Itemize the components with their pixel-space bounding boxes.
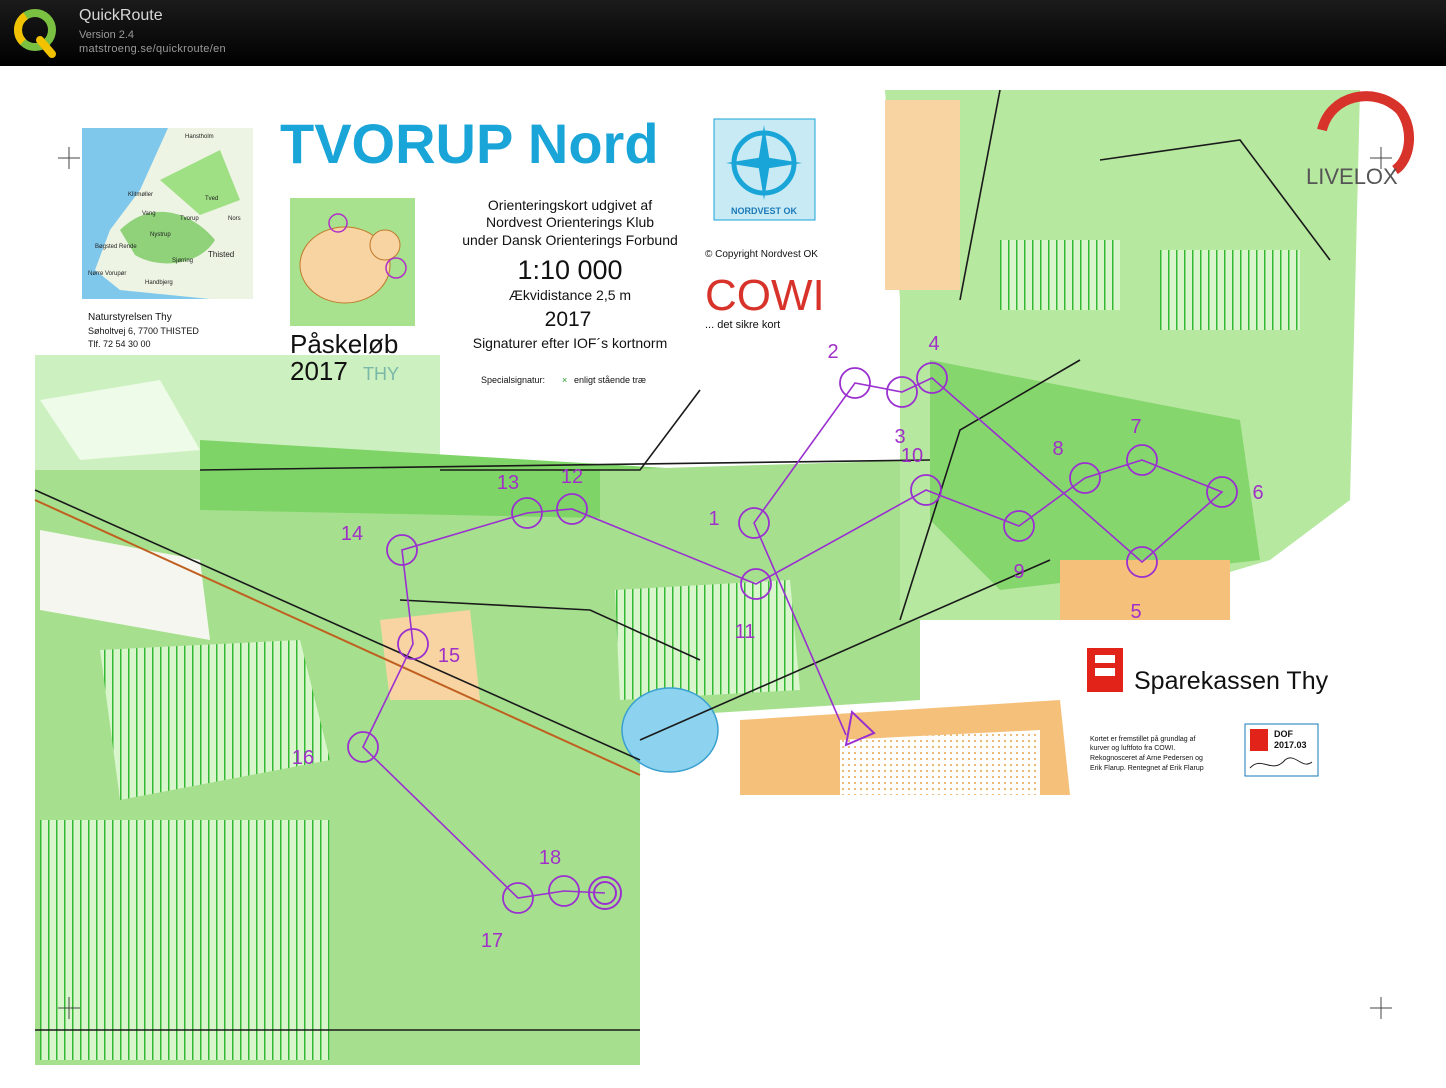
event-year: 2017 (290, 356, 348, 386)
map-canvas[interactable]: 123456789101112131415161718 TVORUP Nord … (0, 66, 1446, 1083)
control-number-7: 7 (1130, 416, 1141, 438)
map-scale: 1:10 000 (517, 255, 622, 285)
sponsor-cowi: COWI (705, 271, 825, 320)
map-title: TVORUP Nord (280, 112, 659, 175)
inset-town-bogsted-rende: Bøgsted Rende (95, 244, 137, 250)
publisher-line-2: Nordvest Orienterings Klub (486, 214, 654, 230)
dof-label: DOF (1274, 729, 1294, 739)
credits-line-3: Rekognosceret af Arne Pedersen og (1090, 755, 1203, 762)
control-number-15: 15 (438, 645, 460, 667)
credits-line-2: kurver og luftfoto fra COWI. (1090, 745, 1175, 752)
control-number-10: 10 (901, 445, 923, 467)
control-number-2: 2 (827, 341, 838, 363)
inset-town-handbjerg: Handbjerg (145, 280, 173, 286)
special-symbol-value: enligt stående træ (574, 375, 646, 385)
inset-town-tvorup: Tvorup (180, 216, 199, 222)
club-logo (713, 118, 816, 221)
equidistance: Ækvidistance 2,5 m (509, 287, 631, 303)
quickroute-logo-icon (14, 9, 56, 58)
credits-line-1: Kortet er fremstillet på grundlag af (1090, 735, 1195, 743)
owner-line-3: Tlf. 72 54 30 00 (88, 339, 151, 349)
event-place: THY (363, 364, 399, 384)
inset-town-hanstholm: Hanstholm (185, 134, 214, 140)
control-number-11: 11 (735, 621, 756, 643)
overview-inset: Hanstholm Klitmøller Tved Nors Vang Tvor… (82, 128, 253, 299)
control-number-14: 14 (341, 523, 363, 545)
title-bar: QuickRoute Version 2.4 matstroeng.se/qui… (0, 0, 1446, 66)
app-url: matstroeng.se/quickroute/en (79, 43, 226, 55)
control-number-8: 8 (1052, 438, 1063, 460)
control-number-18: 18 (539, 847, 561, 869)
control-number-1: 1 (708, 508, 719, 530)
publisher-line-1: Orienteringskort udgivet af (488, 197, 652, 213)
event-name: Påskeløb (290, 329, 398, 359)
inset-town-klitmoller: Klitmøller (128, 192, 153, 198)
event-logo (290, 198, 415, 326)
app-version: Version 2.4 (79, 29, 135, 41)
special-symbol-label: Specialsignatur: (481, 375, 545, 385)
credits-line-4: Erik Flarup. Rentegnet af Erik Flarup (1090, 765, 1204, 772)
orienteering-map[interactable]: 1 2 3 4 5 6 7 8 9 10 11 12 13 14 15 16 17 18 TVORUP Nord … (0, 66, 1446, 1083)
inset-town-thisted: Thisted (208, 250, 234, 259)
owner-line-1: Naturstyrelsen Thy (88, 312, 172, 323)
control-number-13: 13 (497, 472, 519, 494)
livelox-brand: LIVELOX (1306, 164, 1398, 189)
inset-town-norre-vorupor: Nørre Vorupør (88, 271, 126, 277)
app-name: QuickRoute (79, 7, 163, 24)
publisher-line-3: under Dansk Orienterings Forbund (462, 232, 678, 248)
inset-town-tved: Tved (205, 196, 218, 202)
dof-number: 2017.03 (1274, 740, 1307, 750)
inset-town-nystrup: Nystrup (150, 232, 171, 238)
control-number-9: 9 (1013, 561, 1024, 583)
symbols-note: Signaturer efter IOF´s kortnorm (473, 335, 668, 351)
sparekassen-logo-icon (1087, 648, 1123, 692)
inset-town-nors: Nors (228, 216, 241, 222)
sponsor-cowi-tagline: ... det sikre kort (705, 319, 780, 331)
dof-logo-icon (1250, 729, 1268, 751)
control-number-4: 4 (928, 333, 939, 355)
copyright: © Copyright Nordvest OK (705, 249, 818, 260)
map-year: 2017 (545, 308, 592, 331)
inset-town-sjorring: Sjørring (172, 258, 193, 264)
control-number-6: 6 (1252, 482, 1263, 504)
sponsor-bank: Sparekassen Thy (1134, 667, 1329, 695)
control-number-16: 16 (292, 747, 314, 769)
owner-line-2: Søholtvej 6, 7700 THISTED (88, 326, 199, 336)
control-number-17: 17 (481, 930, 503, 952)
special-symbol-icon: × (562, 375, 567, 385)
club-name: NORDVEST OK (731, 206, 798, 216)
control-number-12: 12 (561, 466, 583, 488)
control-number-5: 5 (1130, 601, 1141, 623)
inset-town-vang: Vang (142, 211, 156, 217)
